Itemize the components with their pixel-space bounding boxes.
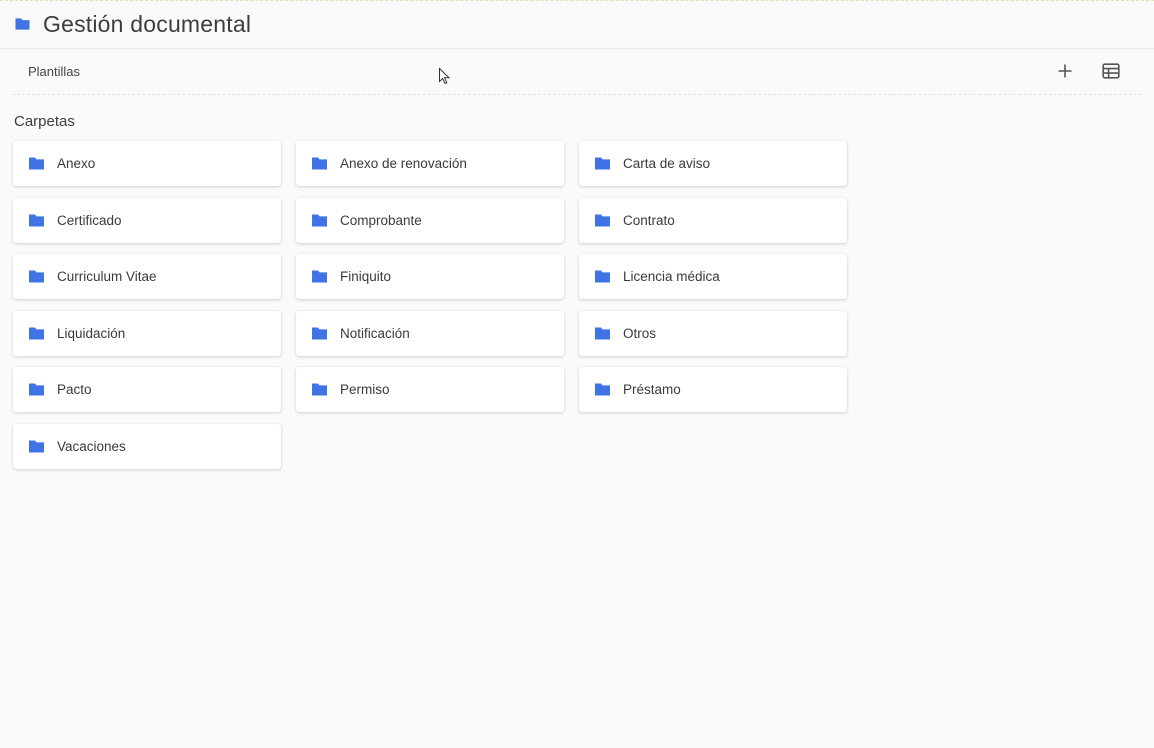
folder-label: Contrato: [623, 212, 675, 228]
folder-icon: [310, 326, 329, 341]
folder-icon: [593, 213, 612, 228]
folder-card[interactable]: Finiquito: [296, 254, 564, 299]
folder-icon: [27, 269, 46, 284]
folder-card[interactable]: Certificado: [13, 197, 281, 243]
table-view-icon: [1102, 63, 1120, 79]
folder-label: Notificación: [340, 325, 410, 341]
folder-card[interactable]: Otros: [579, 310, 847, 356]
folder-label: Licencia médica: [623, 269, 720, 284]
page-header: Gestión documental: [0, 0, 1154, 49]
folder-card[interactable]: Carta de aviso: [579, 141, 847, 186]
folder-card[interactable]: Pacto: [13, 367, 281, 412]
folder-card[interactable]: Curriculum Vitae: [13, 254, 281, 299]
folder-icon: [593, 326, 612, 341]
folder-card[interactable]: Vacaciones: [13, 423, 281, 469]
folder-label: Comprobante: [340, 212, 422, 228]
folder-icon: [27, 439, 46, 454]
folder-label: Otros: [623, 325, 657, 341]
folder-icon: [27, 382, 46, 397]
mouse-cursor-icon: [438, 67, 452, 85]
page-title: Gestión documental: [43, 10, 252, 37]
folder-icon: [27, 326, 46, 341]
folder-icon: [310, 156, 329, 171]
folder-label: Anexo de renovación: [340, 156, 467, 171]
folder-card[interactable]: Comprobante: [296, 197, 564, 243]
folder-icon: [310, 213, 329, 228]
folder-label: Permiso: [340, 382, 390, 397]
folder-card[interactable]: Notificación: [296, 310, 564, 356]
folder-icon: [310, 269, 329, 284]
add-button[interactable]: [1050, 56, 1080, 86]
folder-card[interactable]: Préstamo: [579, 367, 847, 412]
tab-plantillas[interactable]: Plantillas: [28, 64, 80, 79]
folder-card[interactable]: Licencia médica: [579, 254, 847, 299]
folder-label: Pacto: [57, 382, 92, 397]
folder-label: Vacaciones: [57, 438, 126, 454]
folder-label: Curriculum Vitae: [57, 269, 157, 284]
folder-icon: [593, 269, 612, 284]
table-view-button[interactable]: [1096, 56, 1126, 86]
folder-icon: [27, 213, 46, 228]
folder-icon: [310, 382, 329, 397]
folder-card[interactable]: Liquidación: [13, 310, 281, 356]
folder-label: Certificado: [57, 212, 122, 228]
folder-icon: [593, 382, 612, 397]
folder-card[interactable]: Permiso: [296, 367, 564, 412]
folder-card[interactable]: Anexo de renovación: [296, 141, 564, 186]
toolbar: Plantillas: [12, 48, 1142, 95]
folder-label: Préstamo: [623, 382, 681, 397]
folder-grid: Anexo Anexo de renovación Carta de aviso Ce…: [13, 141, 847, 469]
folder-label: Liquidación: [57, 325, 126, 341]
folder-icon: [27, 156, 46, 171]
plus-icon: [1057, 63, 1073, 79]
section-label-carpetas: Carpetas: [14, 113, 75, 130]
folder-icon: [593, 156, 612, 171]
folder-label: Anexo: [57, 156, 96, 171]
folder-card[interactable]: Anexo: [13, 141, 281, 186]
folder-icon: [14, 17, 31, 31]
folder-label: Carta de aviso: [623, 156, 711, 171]
folder-label: Finiquito: [340, 269, 392, 284]
folder-card[interactable]: Contrato: [579, 197, 847, 243]
